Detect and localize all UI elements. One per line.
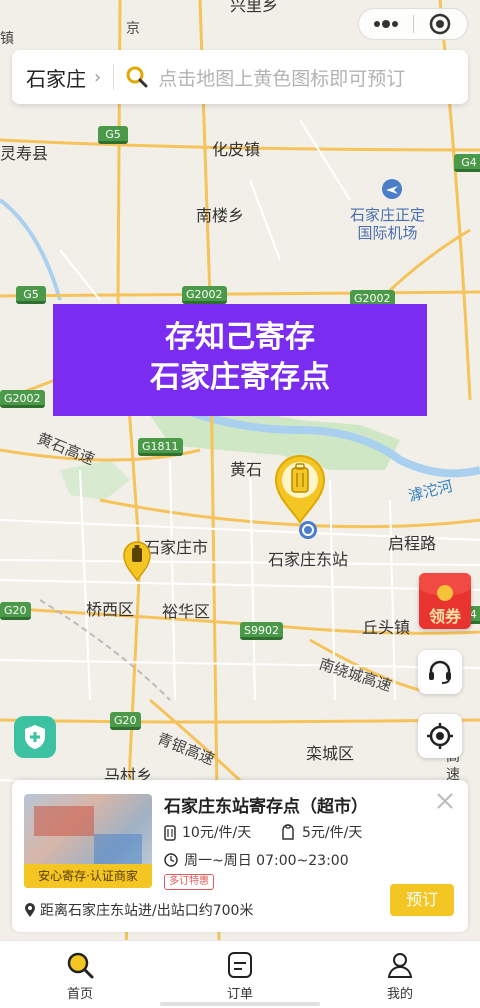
distance-row: 距离石家庄东站进/出站口约700米 xyxy=(24,900,253,920)
map-label-edge: 镇 xyxy=(0,31,14,47)
customer-service-button[interactable] xyxy=(418,650,462,694)
storage-point-pin[interactable] xyxy=(122,540,152,582)
book-button[interactable]: 预订 xyxy=(390,884,454,916)
shield-plus-icon xyxy=(25,725,45,749)
tab-orders[interactable]: 订单 xyxy=(160,941,320,1008)
locate-button[interactable] xyxy=(418,714,462,758)
certified-caption: 安心寄存·认证商家 xyxy=(24,864,152,888)
target-circle-icon xyxy=(430,13,451,35)
search-bar[interactable]: 石家庄 › 点击地图上黄色图标即可预订 xyxy=(12,50,468,104)
highway-shield: G20 xyxy=(110,712,141,730)
clock-icon xyxy=(164,853,178,867)
photo-blur-block xyxy=(94,834,142,864)
price-small-row: 5元/件/天 xyxy=(280,822,362,842)
locate-crosshair-icon xyxy=(427,723,453,749)
map-label-nanlou: 南楼乡 xyxy=(196,206,245,225)
safety-shield-button[interactable] xyxy=(14,716,56,758)
search-divider xyxy=(113,64,115,90)
suitcase-icon xyxy=(164,825,176,841)
highway-shield: G2002 xyxy=(0,390,45,408)
banner-line-2: 石家庄寄存点 xyxy=(150,360,330,395)
search-icon xyxy=(126,66,148,88)
map-label-lingshou: 灵寿县 xyxy=(0,144,49,163)
tab-orders-label: 订单 xyxy=(226,987,253,1002)
price-large-row: 10元/件/天 xyxy=(164,822,251,842)
map-label-city: 石家庄市 xyxy=(144,538,209,557)
map-label-luancheng: 栾城区 xyxy=(306,744,355,763)
map-label-huapi: 化皮镇 xyxy=(212,140,261,159)
miniprogram-capsule xyxy=(358,8,468,40)
city-selector[interactable]: 石家庄 xyxy=(26,63,86,92)
tab-profile-label: 我的 xyxy=(386,987,413,1002)
tab-profile[interactable]: 我的 xyxy=(320,941,480,1008)
map-label-town: 兴里乡 xyxy=(230,0,279,15)
more-button[interactable] xyxy=(359,9,413,39)
home-indicator xyxy=(160,1002,320,1006)
more-dots-icon xyxy=(373,20,398,28)
bottom-tab-bar: 首页 订单 我的 xyxy=(0,940,480,1008)
highway-shield: S9902 xyxy=(240,622,283,640)
map-label-edge-2: 京 xyxy=(126,21,140,37)
map-label-qiaoxi: 桥西区 xyxy=(86,600,135,619)
highway-shield: G20 xyxy=(0,602,31,620)
price-large: 10元/件/天 xyxy=(182,825,252,841)
discount-tag: 多订特惠 xyxy=(164,874,214,890)
map-label-qicheng: 启程路 xyxy=(388,534,437,553)
opening-hours: 周一~周日 07:00~23:00 xyxy=(184,853,349,869)
promo-banner: 存知己寄存 石家庄寄存点 xyxy=(53,304,427,416)
close-icon xyxy=(437,793,453,809)
close-miniprogram-button[interactable] xyxy=(414,9,468,39)
map-label-huangshi: 黄石 xyxy=(230,460,263,479)
distance-text: 距离石家庄东站进/出站口约700米 xyxy=(40,903,254,919)
coin-icon xyxy=(437,585,453,601)
order-icon xyxy=(228,952,252,978)
store-title: 石家庄东站寄存点（超市） xyxy=(164,797,368,817)
map-label-yuhua: 裕华区 xyxy=(162,602,211,621)
tab-home-label: 首页 xyxy=(66,987,93,1002)
hours-row: 周一~周日 07:00~23:00 xyxy=(164,850,349,870)
highway-shield: G1811 xyxy=(138,438,183,456)
highway-shield: G4 xyxy=(454,154,480,172)
airport-line-1: 石家庄正定 xyxy=(350,206,426,224)
airport-line-2: 国际机场 xyxy=(357,224,418,242)
photo-blur-block xyxy=(34,806,94,836)
chevron-right-icon: › xyxy=(94,66,102,88)
search-icon xyxy=(67,952,94,979)
highway-shield: G5 xyxy=(16,286,46,304)
map-label-qiutou: 丘头镇 xyxy=(362,618,411,637)
tab-home[interactable]: 首页 xyxy=(0,941,160,1008)
storage-point-pin-selected[interactable] xyxy=(272,452,328,524)
coupon-label: 领券 xyxy=(428,607,461,626)
store-card[interactable]: 安心寄存·认证商家 石家庄东站寄存点（超市） 10元/件/天 5元/件/天 周一… xyxy=(12,780,468,932)
map-label-east-station: 石家庄东站 xyxy=(268,550,349,569)
backpack-icon xyxy=(282,824,294,840)
highway-shield: G5 xyxy=(98,126,128,144)
location-pin-icon xyxy=(25,903,35,917)
user-icon xyxy=(387,953,413,978)
coupon-red-packet[interactable]: 领券 xyxy=(419,573,471,629)
close-card-button[interactable] xyxy=(436,792,454,814)
price-small: 5元/件/天 xyxy=(302,825,363,841)
banner-line-1: 存知己寄存 xyxy=(165,320,315,355)
map-label-airport: 石家庄正定 国际机场 xyxy=(350,206,425,242)
headset-icon xyxy=(429,660,451,684)
highway-shield: G2002 xyxy=(182,286,227,304)
search-placeholder[interactable]: 点击地图上黄色图标即可预订 xyxy=(158,64,405,91)
